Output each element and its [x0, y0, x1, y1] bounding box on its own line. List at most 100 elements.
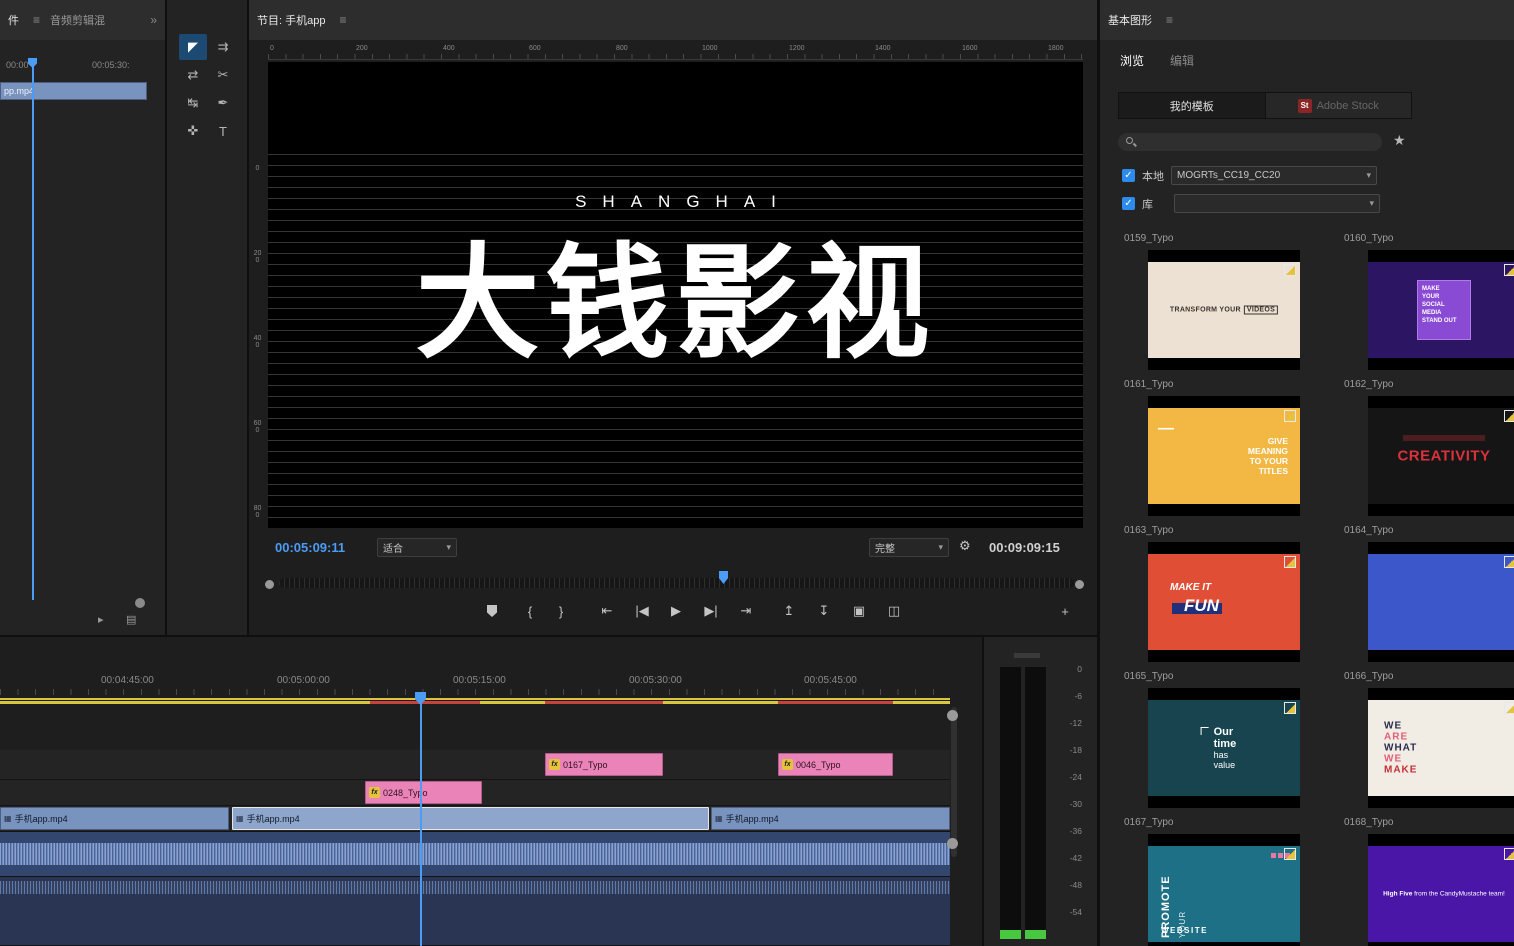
timeline-clip[interactable]: fx 0167_Typo	[545, 753, 663, 776]
playback-resolution-dropdown[interactable]: 完整 ▾	[869, 538, 949, 557]
template-item[interactable]: 0161_Typo — GIVE MEANING TO YOUR TITLES	[1124, 379, 1300, 516]
local-folder-dropdown[interactable]: MOGRTs_CC19_CC20 ▾	[1171, 166, 1377, 185]
mini-playhead-line[interactable]	[32, 60, 34, 600]
timeline-playhead-line[interactable]	[420, 699, 422, 946]
left-panel-tabbar: 件 ≡ 音频剪辑混 »	[0, 0, 165, 40]
tab-browse[interactable]: 浏览	[1120, 52, 1144, 69]
template-item[interactable]: 0160_Typo MAKE YOUR SOCIAL MEDIA STAND O…	[1344, 233, 1514, 370]
comparison-view-button[interactable]: ◫	[882, 600, 906, 622]
panel-menu-icon[interactable]: ≡	[1166, 13, 1173, 27]
timeline-clip-selected[interactable]: ▦ 手机app.mp4	[232, 807, 709, 830]
template-thumbnail[interactable]: — GIVE MEANING TO YOUR TITLES	[1148, 396, 1300, 516]
template-item[interactable]: 0159_Typo TRANSFORM YOUR VIDEOS	[1124, 233, 1300, 370]
mini-timeline-clip-bar[interactable]: pp.mp4	[0, 82, 147, 100]
favorites-star-icon[interactable]: ★	[1393, 132, 1406, 149]
zoom-level-dropdown[interactable]: 适合 ▾	[377, 538, 457, 557]
scrollbar-handle[interactable]	[135, 598, 145, 608]
track-v3[interactable]: fx 0167_Typo fx 0046_Typo	[0, 750, 950, 780]
template-thumbnail[interactable]: Our time has value	[1148, 688, 1300, 808]
mark-in-button[interactable]: {	[518, 600, 542, 622]
tab-audio-clip-mixer[interactable]: 音频剪辑混	[50, 12, 105, 28]
template-thumbnail[interactable]	[1368, 542, 1514, 662]
track-a1[interactable]	[0, 832, 950, 877]
pen-tool[interactable]: ✒	[209, 90, 237, 116]
template-thumbnail[interactable]: High Five from the CandyMustache team!	[1368, 834, 1514, 946]
panel-menu-icon[interactable]: ≡	[339, 13, 346, 27]
play-audio-toggle-icon[interactable]: ▸	[98, 613, 104, 626]
template-thumbnail[interactable]: CREATIVITY	[1368, 396, 1514, 516]
local-checkbox[interactable]: ✓	[1122, 169, 1135, 182]
timeline-clip[interactable]: fx 0046_Typo	[778, 753, 893, 776]
template-item[interactable]: 0166_Typo WE ARE WHAT WE MAKE	[1344, 671, 1514, 808]
tab-effect-controls[interactable]: 件	[8, 12, 19, 28]
lift-button[interactable]: ↥	[777, 600, 801, 622]
template-source-toggle: 我的模板 St Adobe Stock	[1118, 92, 1412, 119]
timeline-scrollbar[interactable]	[951, 707, 957, 857]
current-timecode[interactable]: 00:05:09:11	[275, 540, 345, 555]
my-templates-button[interactable]: 我的模板	[1119, 93, 1266, 118]
template-item[interactable]: 0164_Typo	[1344, 525, 1514, 662]
tab-essential-graphics[interactable]: 基本图形	[1108, 12, 1152, 28]
scrubber-right-handle[interactable]	[1075, 580, 1084, 589]
type-tool[interactable]: T	[209, 118, 237, 144]
template-item[interactable]: 0163_Typo MAKE IT FUN	[1124, 525, 1300, 662]
clip-label: 0167_Typo	[563, 759, 608, 770]
write-keyframes-icon[interactable]: ▤	[126, 613, 136, 626]
timeline-clip[interactable]: ▦ 手机app.mp4	[711, 807, 950, 830]
library-checkbox[interactable]: ✓	[1122, 197, 1135, 210]
track-v2[interactable]: fx 0248_Typo	[0, 780, 950, 806]
step-back-button[interactable]: |◀	[630, 600, 654, 622]
timeline-clip[interactable]: fx 0248_Typo	[365, 781, 482, 804]
extract-button[interactable]: ↧	[812, 600, 836, 622]
template-item[interactable]: 0165_Typo Our time has value	[1124, 671, 1300, 808]
library-dropdown[interactable]: ▾	[1174, 194, 1380, 213]
settings-wrench-icon[interactable]: ⚙	[959, 538, 971, 554]
template-thumbnail[interactable]: PROMOTE YOUR WEBSITE	[1148, 834, 1300, 946]
mini-playhead-marker[interactable]	[28, 58, 37, 68]
meter-resize-handle[interactable]	[1014, 653, 1040, 658]
adobe-stock-button[interactable]: St Adobe Stock	[1265, 93, 1411, 118]
tab-overflow-icon[interactable]: »	[150, 13, 157, 27]
work-area-bar[interactable]	[0, 698, 950, 700]
render-bar-red-segment	[370, 701, 480, 704]
add-marker-button[interactable]	[480, 600, 504, 622]
template-thumbnail[interactable]: MAKE YOUR SOCIAL MEDIA STAND OUT	[1368, 250, 1514, 370]
track-a2[interactable]	[0, 877, 950, 946]
tab-edit[interactable]: 编辑	[1170, 52, 1194, 69]
export-frame-button[interactable]: ▣	[847, 600, 871, 622]
adobe-stock-icon: St	[1297, 98, 1312, 113]
scrubber-left-handle[interactable]	[265, 580, 274, 589]
timeline-ruler[interactable]: 00:04:45:00 00:05:00:00 00:05:15:00 00:0…	[0, 667, 950, 695]
template-thumbnail[interactable]: TRANSFORM YOUR VIDEOS	[1148, 250, 1300, 370]
timeline-clip[interactable]: ▦ 手机app.mp4	[0, 807, 229, 830]
ripple-edit-tool[interactable]: ⇄	[179, 62, 207, 88]
track-scroll-handle[interactable]	[947, 710, 958, 721]
mark-out-button[interactable]: }	[549, 600, 573, 622]
template-thumbnail[interactable]: WE ARE WHAT WE MAKE	[1368, 688, 1514, 808]
step-forward-button[interactable]: ▶|	[699, 600, 723, 622]
hand-tool[interactable]: ✜	[179, 118, 207, 144]
template-item[interactable]: 0167_Typo PROMOTE YOUR WEBSITE	[1124, 817, 1300, 946]
slip-tool[interactable]: ↹	[179, 90, 207, 116]
panel-menu-icon[interactable]: ≡	[33, 13, 40, 27]
template-item[interactable]: 0168_Typo High Five from the CandyMustac…	[1344, 817, 1514, 946]
chevron-down-icon: ▾	[938, 542, 943, 552]
template-thumbnail[interactable]: MAKE IT FUN	[1148, 542, 1300, 662]
play-button[interactable]: ▶	[664, 600, 688, 622]
razor-tool[interactable]: ✂	[209, 62, 237, 88]
go-to-in-button[interactable]: ⇤	[595, 600, 619, 622]
track-scroll-handle[interactable]	[947, 838, 958, 849]
track-v1[interactable]: ▦ 手机app.mp4 ▦ 手机app.mp4 ▦ 手机app.mp4	[0, 806, 950, 832]
render-bar-red-segment	[545, 701, 663, 704]
track-select-forward-tool[interactable]: ⇉	[209, 34, 237, 60]
go-to-out-button[interactable]: ⇥	[734, 600, 758, 622]
button-editor-add-button[interactable]: +	[1053, 600, 1077, 622]
program-monitor-video[interactable]: SHANGHAI 大钱影视	[268, 62, 1083, 528]
selection-tool[interactable]: ◤	[179, 34, 207, 60]
monitor-scrubber[interactable]	[279, 578, 1074, 588]
mogrt-badge-icon	[1504, 556, 1514, 568]
search-input[interactable]	[1118, 133, 1382, 151]
tab-program-monitor[interactable]: 节目: 手机app	[257, 12, 325, 28]
chevron-down-icon: ▾	[1369, 198, 1374, 208]
template-item[interactable]: 0162_Typo CREATIVITY	[1344, 379, 1514, 516]
